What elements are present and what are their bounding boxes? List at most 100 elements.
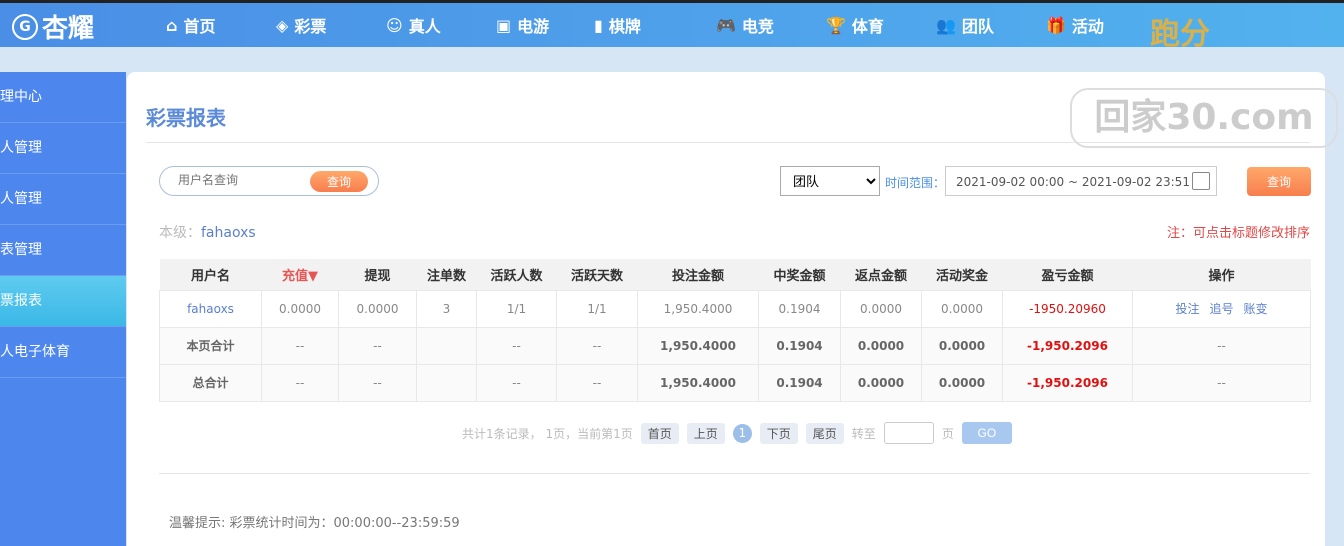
pagination: 共计1条记录， 1页，当前第1页 首页 上页 1 下页 尾页 转至 页 GO [462, 422, 1012, 444]
home-icon: ⌂ [166, 15, 178, 35]
table-cell: 0.0000 [338, 289, 417, 328]
table-cell: 总合计 [159, 363, 262, 402]
action-link[interactable]: 追号 [1209, 302, 1233, 316]
table-cell: 1,950.4000 [637, 363, 759, 402]
action-link[interactable]: 账变 [1244, 302, 1268, 316]
scope-select[interactable]: 团队 [780, 166, 880, 196]
table-cell: 0.1904 [758, 326, 841, 365]
table-cell: 0.0000 [840, 363, 922, 402]
page-label: 页 [941, 426, 954, 441]
live-icon: ☺ [386, 15, 403, 35]
column-header[interactable]: 活跃天数 [556, 259, 638, 290]
total-row: 本页合计 -- -- -- -- 1,950.4000 0.1904 0.0000 0.0000… [159, 326, 1311, 365]
sidebar-item[interactable]: 表管理 [0, 225, 126, 276]
table-cell: 3 [416, 289, 477, 328]
esports-icon: 🎮 [716, 15, 736, 35]
divider [159, 473, 1310, 474]
slots-icon: ▣ [496, 15, 512, 35]
table-cell: -1950.20960 [1002, 289, 1133, 328]
current-page[interactable]: 1 [732, 423, 752, 443]
first-page-button[interactable]: 首页 [640, 422, 679, 444]
table-cell: 1,950.4000 [637, 289, 759, 328]
next-page-button[interactable]: 下页 [759, 422, 798, 444]
table-cell: fahaoxs [159, 289, 262, 328]
current-level: 本级：fahaoxs [159, 225, 256, 241]
calendar-icon[interactable] [1192, 172, 1210, 190]
sidebar: 理中心 人管理 人管理 表管理 票报表 人电子体育 [0, 72, 126, 546]
query-button[interactable]: 查询 [1247, 167, 1311, 196]
nav-chess[interactable]: ▮ 棋牌 [594, 13, 641, 37]
sidebar-item[interactable]: 人管理 [0, 174, 126, 225]
last-page-button[interactable]: 尾页 [805, 422, 844, 444]
nav-slots[interactable]: ▣ 电游 [496, 13, 549, 37]
page-title: 彩票报表 [146, 106, 226, 130]
table-cell: -- [556, 326, 638, 365]
goto-label: 转至 [851, 426, 876, 441]
column-header[interactable]: 中奖金额 [758, 259, 841, 290]
search-button[interactable]: 查询 [310, 171, 368, 192]
table-cell [416, 326, 477, 365]
table-cell: -- [1132, 363, 1311, 402]
nav-live[interactable]: ☺ 真人 [386, 13, 441, 37]
column-header[interactable]: 充值▼ [261, 259, 339, 290]
nav-events[interactable]: 🎁 活动 [1046, 13, 1104, 37]
username-link[interactable]: fahaoxs [187, 302, 234, 316]
watermark: 回家30.com [1070, 88, 1338, 148]
table-cell: -- [261, 363, 339, 402]
column-header[interactable]: 投注金额 [637, 259, 759, 290]
column-header[interactable]: 用户名 [159, 259, 262, 290]
table-cell: 1/1 [556, 289, 638, 328]
table-cell: 0.1904 [758, 289, 841, 328]
column-header[interactable]: 盈亏金额 [1002, 259, 1133, 290]
sidebar-item[interactable]: 人管理 [0, 123, 126, 174]
sort-note: 注：可点击标题修改排序 [1166, 226, 1310, 241]
column-header[interactable]: 注单数 [416, 259, 477, 290]
nav-team[interactable]: 👥 团队 [936, 13, 994, 37]
prev-page-button[interactable]: 上页 [686, 422, 725, 444]
column-header[interactable]: 返点金额 [840, 259, 922, 290]
sports-icon: 🏆 [826, 15, 846, 35]
report-table: 用户名 充值▼ 提现 注单数 活跃人数 活跃天数 投注金额 中奖金额 返点金额 活动奖金 盈亏金额操… [159, 259, 1311, 402]
table-cell: -- [338, 326, 417, 365]
username-search: 查询 [159, 166, 379, 196]
table-cell: 0.0000 [840, 289, 922, 328]
sidebar-item[interactable]: 理中心 [0, 72, 126, 123]
date-range-input[interactable]: 2021-09-02 00:00 ~ 2021-09-02 23:51 [945, 166, 1217, 196]
total-row: 总合计 -- -- -- -- 1,950.4000 0.1904 0.0000 0.0000-… [159, 363, 1311, 402]
logo[interactable]: G 杏耀 [12, 8, 94, 45]
table-cell: 0.1904 [758, 363, 841, 402]
username-search-input[interactable] [178, 173, 298, 187]
nav-lottery[interactable]: ◈ 彩票 [276, 13, 326, 37]
table-cell: -- [556, 363, 638, 402]
promo-paofen[interactable]: 跑分 [1150, 9, 1210, 53]
table-cell [416, 363, 477, 402]
level-user-link[interactable]: fahaoxs [201, 225, 256, 241]
action-link[interactable]: 投注 [1175, 302, 1199, 316]
table-cell: -- [338, 363, 417, 402]
chess-icon: ▮ [594, 15, 603, 35]
table-cell: -- [261, 326, 339, 365]
top-nav-bar: G 杏耀 ⌂ 首页 ◈ 彩票 ☺ 真人 ▣ 电游 ▮ 棋牌 🎮 电竞 🏆 体育 👥 团队 🎁 活动 跑分 [0, 0, 1344, 52]
table-cell: -1,950.2096 [1002, 326, 1133, 365]
table-cell: 0.0000 [840, 326, 922, 365]
table-cell: 0.0000 [921, 326, 1003, 365]
pager-info: 共计1条记录， 1页，当前第1页 [462, 426, 633, 441]
table-cell: 1/1 [476, 289, 557, 328]
team-icon: 👥 [936, 15, 956, 35]
goto-page-input[interactable] [883, 422, 934, 444]
column-header[interactable]: 提现 [338, 259, 417, 290]
events-icon: 🎁 [1046, 15, 1066, 35]
nav-esports[interactable]: 🎮 电竞 [716, 13, 774, 37]
sidebar-item[interactable]: 票报表 [0, 276, 126, 327]
sidebar-item[interactable]: 人电子体育 [0, 327, 126, 378]
column-header[interactable]: 操作 [1132, 259, 1311, 290]
table-cell: -- [476, 326, 557, 365]
go-button[interactable]: GO [961, 422, 1012, 444]
column-header[interactable]: 活动奖金 [921, 259, 1003, 290]
column-header[interactable]: 活跃人数 [476, 259, 557, 290]
nav-sports[interactable]: 🏆 体育 [826, 13, 884, 37]
time-range-label: 时间范围： [885, 176, 946, 190]
tip-text: 温馨提示: 彩票统计时间为：00:00:00--23:59:59 [169, 516, 460, 531]
nav-home[interactable]: ⌂ 首页 [166, 13, 215, 37]
table-cell: 本页合计 [159, 326, 262, 365]
